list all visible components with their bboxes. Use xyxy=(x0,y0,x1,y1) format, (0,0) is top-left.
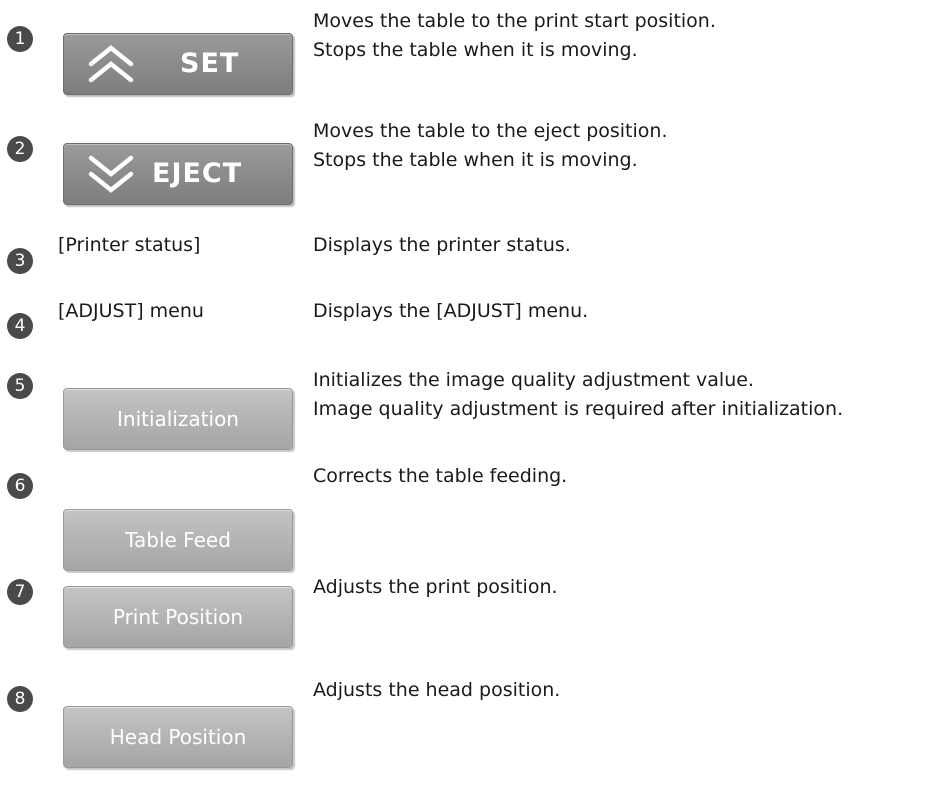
eject-button-label: EJECT xyxy=(152,158,243,189)
description-line: Stops the table when it is moving. xyxy=(313,149,638,171)
printer-status-label: [Printer status] xyxy=(58,234,201,256)
item-number-badge: 6 xyxy=(7,473,33,499)
double-chevron-up-icon xyxy=(88,45,134,83)
adjust-menu-label: [ADJUST] menu xyxy=(58,300,204,322)
description-line: Displays the [ADJUST] menu. xyxy=(313,300,589,322)
description-line: Moves the table to the eject position. xyxy=(313,120,668,142)
print-position-button[interactable]: Print Position xyxy=(63,586,293,648)
description-line: Image quality adjustment is required aft… xyxy=(313,398,844,420)
description-line: Moves the table to the print start posit… xyxy=(313,10,716,32)
double-chevron-down-icon xyxy=(88,155,134,193)
item-number-badge: 4 xyxy=(7,313,33,339)
set-button-label: SET xyxy=(180,48,240,79)
set-button[interactable]: SET xyxy=(63,33,293,95)
description-line: Stops the table when it is moving. xyxy=(313,39,638,61)
item-number-badge: 1 xyxy=(7,26,33,52)
table-feed-button[interactable]: Table Feed xyxy=(63,509,293,571)
item-number-badge: 2 xyxy=(7,136,33,162)
item-number-badge: 7 xyxy=(7,579,33,605)
head-position-button[interactable]: Head Position xyxy=(63,706,293,768)
item-number-badge: 8 xyxy=(7,686,33,712)
description-line: Corrects the table feeding. xyxy=(313,465,568,487)
description-line: Adjusts the print position. xyxy=(313,576,558,598)
initialization-button[interactable]: Initialization xyxy=(63,388,293,450)
description-line: Initializes the image quality adjustment… xyxy=(313,369,754,391)
item-number-badge: 5 xyxy=(7,373,33,399)
item-number-badge: 3 xyxy=(7,248,33,274)
description-line: Displays the printer status. xyxy=(313,234,571,256)
eject-button[interactable]: EJECT xyxy=(63,143,293,205)
description-line: Adjusts the head position. xyxy=(313,679,561,701)
